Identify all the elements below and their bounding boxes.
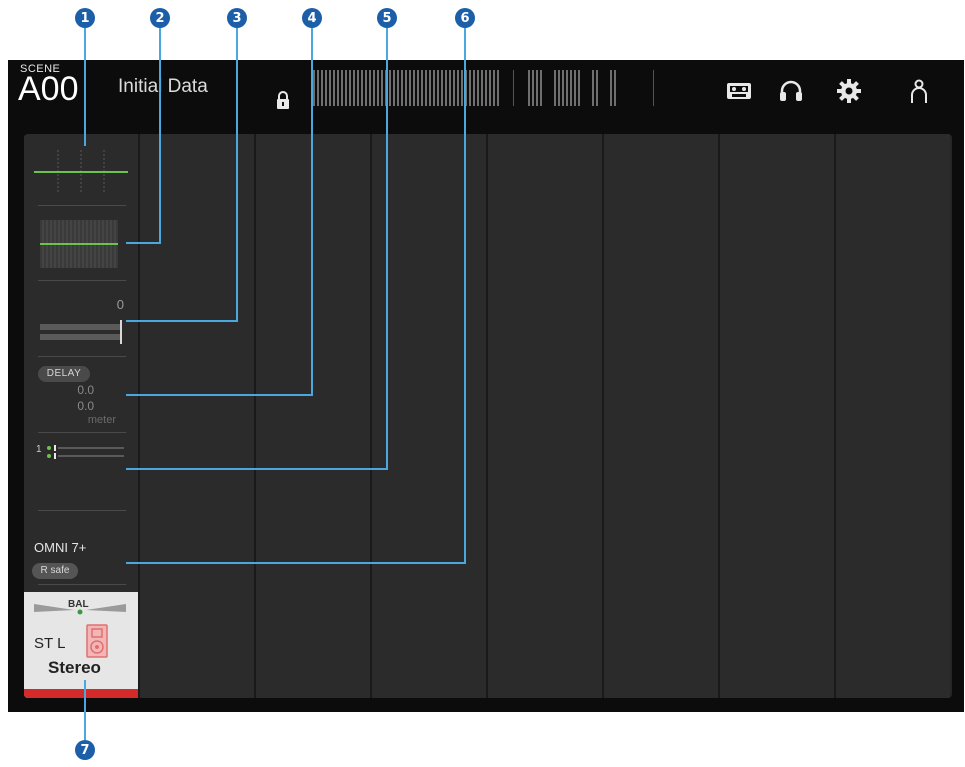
divider (38, 584, 126, 585)
callout-marker-5: 5 (377, 8, 397, 28)
callout-line-5 (386, 28, 388, 470)
scene-name[interactable]: Initial Data (118, 76, 208, 98)
channel-strip-5[interactable] (488, 134, 602, 698)
callout-marker-4: 4 (302, 8, 322, 28)
delay-unit: meter (87, 414, 116, 426)
recall-safe-badge: R safe (32, 563, 78, 579)
callout-line-6 (126, 562, 466, 564)
recorder-icon[interactable] (726, 78, 752, 104)
channel-id: ST L (34, 635, 66, 652)
callout-line-2 (159, 28, 161, 244)
callout-line-3 (126, 320, 238, 322)
channel-strip-4[interactable] (372, 134, 486, 698)
callout-line-4 (126, 394, 313, 396)
callout-marker-7: 7 (75, 740, 95, 760)
callout-marker-2: 2 (150, 8, 170, 28)
bus-send-indicator[interactable] (46, 445, 126, 461)
gain-level-marker (120, 320, 122, 344)
gain-meter-bar (40, 334, 120, 340)
gain-value[interactable]: 0 (104, 297, 124, 312)
callout-line-4 (311, 28, 313, 396)
scene-number[interactable]: A00 (18, 72, 79, 106)
channel-name-card[interactable]: BAL ST L Stereo (24, 592, 138, 698)
user-icon[interactable] (906, 78, 932, 104)
callout-line-1 (84, 28, 86, 146)
channel-panel: 0 DELAY 0.0 0.0 meter 1 OMNI 7+ R safe B… (24, 134, 952, 698)
delay-value-2: 0.0 (77, 399, 94, 413)
divider (38, 510, 126, 511)
delay-button[interactable]: DELAY (38, 366, 90, 382)
channel-name: Stereo (48, 658, 101, 677)
channel-strip-6[interactable] (604, 134, 718, 698)
headphones-icon[interactable] (778, 78, 804, 104)
channel-strip-3[interactable] (256, 134, 370, 698)
callout-marker-6: 6 (455, 8, 475, 28)
mixer-screen: SCENE A00 Initial Data 0 DELAY 0.0 0.0 m… (8, 60, 964, 712)
pan-label: BAL (68, 599, 89, 610)
channel-strip-8[interactable] (836, 134, 950, 698)
divider (38, 356, 126, 357)
callout-line-2 (126, 242, 161, 244)
callout-marker-3: 3 (227, 8, 247, 28)
callout-line-5 (126, 468, 388, 470)
channel-strip-1[interactable]: 0 DELAY 0.0 0.0 meter 1 OMNI 7+ R safe B… (24, 134, 138, 698)
channel-color-bar (24, 689, 138, 698)
speaker-icon (86, 624, 108, 658)
level-meters (313, 70, 654, 106)
output-port-label[interactable]: OMNI 7+ (34, 540, 86, 555)
gain-meter-bar (40, 324, 120, 330)
channel-strip-7[interactable] (720, 134, 834, 698)
settings-icon[interactable] (836, 78, 862, 104)
delay-value-1: 0.0 (77, 383, 94, 397)
divider (38, 432, 126, 433)
callout-marker-1: 1 (75, 8, 95, 28)
callout-line-3 (236, 28, 238, 322)
bus-number: 1 (36, 444, 42, 455)
divider (38, 205, 126, 206)
lock-icon[interactable] (276, 90, 290, 110)
callout-line-6 (464, 28, 466, 564)
callout-line-7 (84, 680, 86, 740)
dynamics-graph[interactable] (40, 220, 118, 268)
eq-graph[interactable] (34, 148, 128, 194)
divider (38, 280, 126, 281)
